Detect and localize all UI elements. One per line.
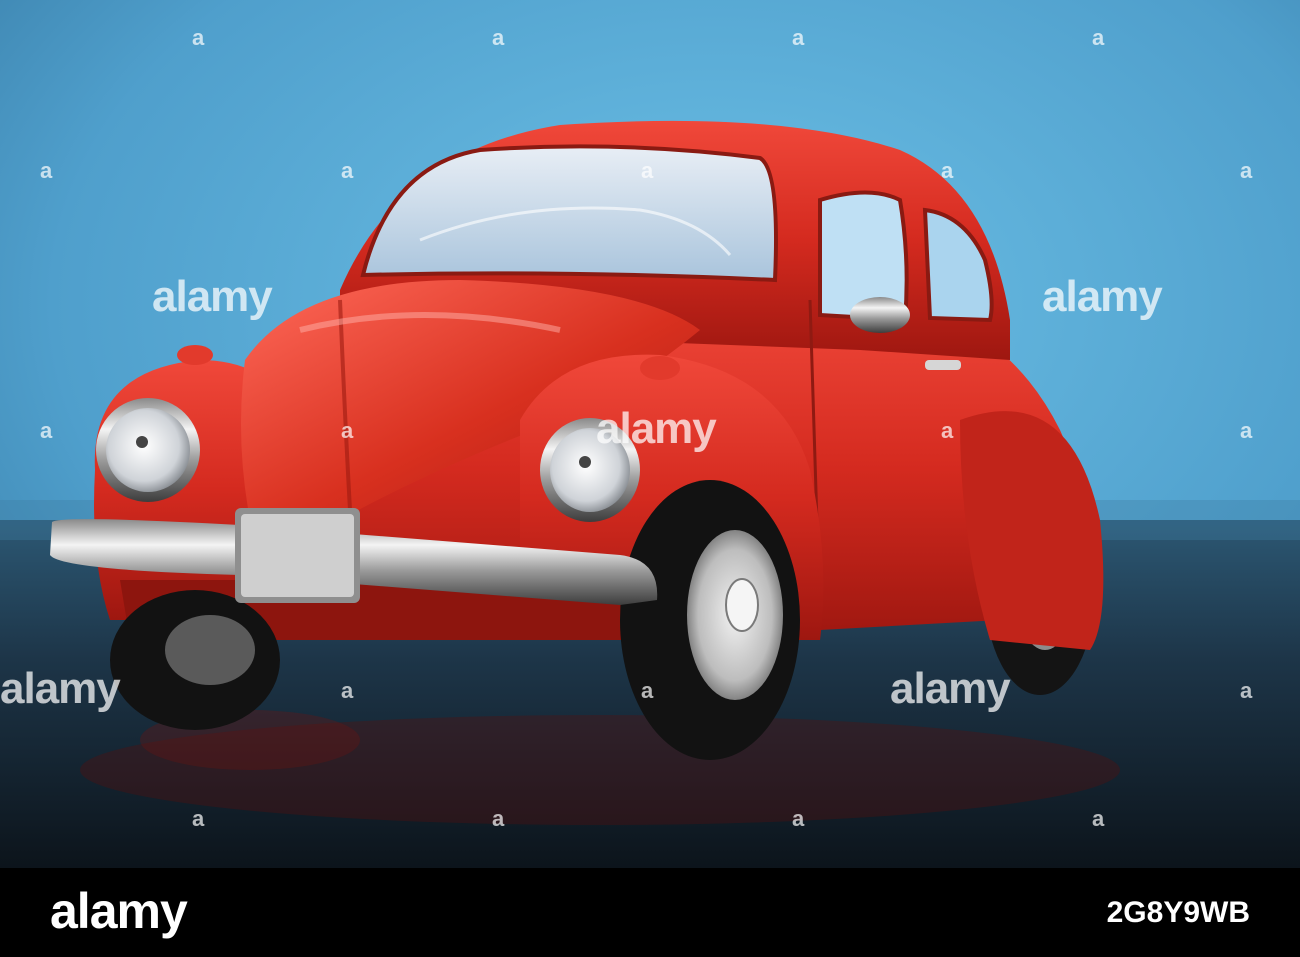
footer-bar: alamy 2G8Y9WB: [0, 868, 1300, 957]
stock-photo-frame: alamy alamy alamy alamy alamy a a a a a …: [0, 0, 1300, 957]
image-code: 2G8Y9WB: [1106, 896, 1250, 929]
photo-red-toy-car: alamy alamy alamy alamy alamy a a a a a …: [0, 0, 1300, 868]
footer-brand-logo: alamy: [50, 883, 188, 939]
car-illustration: [0, 0, 1300, 868]
